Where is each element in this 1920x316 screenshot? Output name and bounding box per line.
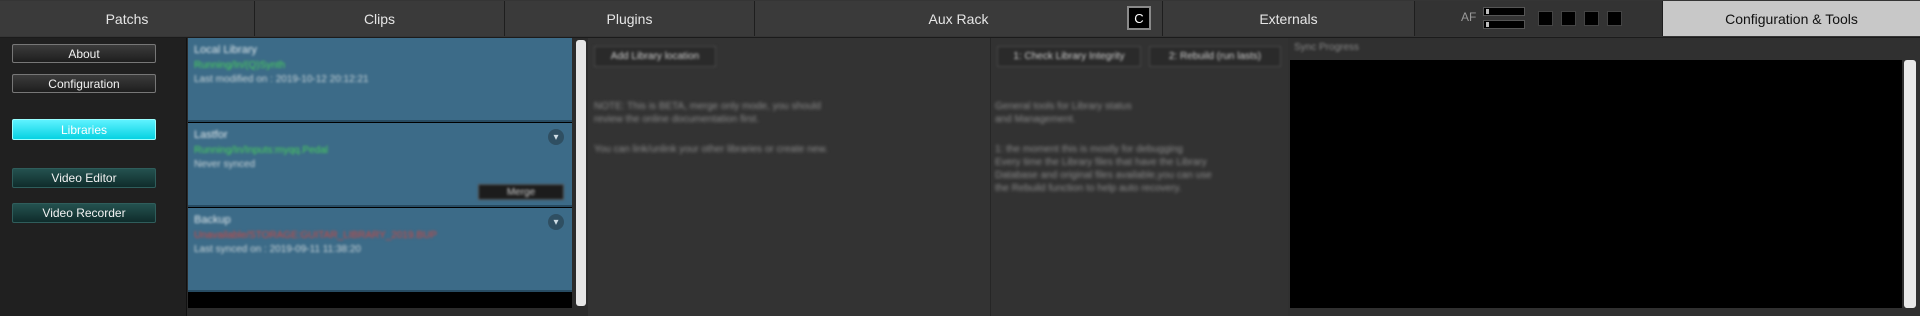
library-title: Backup: [194, 214, 231, 226]
configuration-button[interactable]: Configuration: [12, 74, 156, 93]
tab-externals[interactable]: Externals: [1163, 1, 1415, 36]
af-meter-bottom: [1483, 20, 1525, 29]
library-detail: Last synced on : 2019-09-11 11:38:20: [194, 244, 361, 255]
af-meter-top: [1483, 7, 1525, 16]
indicator-square-1[interactable]: [1538, 11, 1553, 26]
tab-clips[interactable]: Clips: [255, 1, 505, 36]
indicator-square-2[interactable]: [1561, 11, 1576, 26]
merge-button[interactable]: Merge: [478, 184, 564, 200]
tab-configuration-tools-label: Configuration & Tools: [1725, 10, 1858, 27]
indicator-square-3[interactable]: [1584, 11, 1599, 26]
tools-text-line: Every time the Library files that have t…: [995, 157, 1207, 168]
library-status: Running/In/Inputs:myqq.Pedal: [194, 145, 328, 156]
tab-patchs-label: Patchs: [105, 10, 149, 27]
library-list: Local Library Running/In/(Q)Synth Last m…: [188, 38, 572, 308]
add-library-button[interactable]: Add Library location: [594, 46, 716, 67]
check-integrity-button[interactable]: 1: Check Library Integrity: [997, 46, 1141, 67]
indicator-square-4[interactable]: [1607, 11, 1622, 26]
tab-plugins-label: Plugins: [606, 10, 653, 27]
about-button[interactable]: About: [12, 44, 156, 63]
tab-aux-rack[interactable]: Aux Rack: [755, 1, 1163, 36]
af-label: AF: [1461, 10, 1477, 24]
tab-externals-label: Externals: [1259, 10, 1318, 27]
top-tab-bar: Patchs Clips Plugins Aux Rack C External…: [0, 0, 1920, 38]
library-status: Running/In/(Q)Synth: [194, 60, 286, 71]
library-menu-icon[interactable]: ▾: [548, 214, 564, 230]
tab-patchs[interactable]: Patchs: [0, 1, 255, 36]
sync-progress-panel: Sync Progress: [1288, 38, 1920, 316]
sync-scrollbar[interactable]: [1904, 60, 1916, 308]
library-title: Lastfor: [194, 129, 228, 141]
rebuild-button[interactable]: 2: Rebuild (run lasts): [1149, 46, 1281, 67]
tools-text-line: Database and original files available,yo…: [995, 170, 1212, 181]
sync-progress-log: [1290, 60, 1902, 308]
video-editor-button[interactable]: Video Editor: [12, 168, 156, 188]
sync-progress-label: Sync Progress: [1294, 42, 1360, 53]
library-info-panel: Add Library location NOTE: This is BETA,…: [588, 38, 990, 316]
library-tools-panel: 1: Check Library Integrity 2: Rebuild (r…: [990, 38, 1289, 316]
tab-configuration-tools[interactable]: Configuration & Tools: [1663, 1, 1920, 36]
tab-aux-rack-label: Aux Rack: [928, 10, 989, 27]
tools-text-line: General tools for Library status: [995, 101, 1132, 112]
tab-clips-label: Clips: [363, 10, 396, 27]
libraries-button[interactable]: Libraries: [12, 119, 156, 140]
tools-text-line: and Management.: [995, 114, 1076, 125]
library-card-lastfor[interactable]: Lastfor ▾ Running/In/Inputs:myqq.Pedal N…: [188, 123, 572, 207]
c-button[interactable]: C: [1127, 6, 1151, 30]
library-status: Unavailable/STORAGE:GUITAR_LIBRARY_2019.…: [194, 230, 437, 241]
sidebar: About Configuration Libraries Video Edit…: [0, 38, 187, 316]
library-menu-icon[interactable]: ▾: [548, 129, 564, 145]
tools-text-line: the Rebuild function to help auto recove…: [995, 183, 1182, 194]
library-card-backup[interactable]: Backup ▾ Unavailable/STORAGE:GUITAR_LIBR…: [188, 208, 572, 292]
tools-text-line: 1: the moment this is mostly for debuggi…: [995, 144, 1183, 155]
video-recorder-button[interactable]: Video Recorder: [12, 203, 156, 223]
note-line-3: You can link/unlink your other libraries…: [594, 144, 828, 155]
library-title: Local Library: [194, 44, 257, 56]
library-card-local[interactable]: Local Library Running/In/(Q)Synth Last m…: [188, 38, 572, 122]
note-line-2: review the online documentation first.: [594, 114, 760, 125]
library-detail: Last modified on : 2019-10-12 20:12:21: [194, 74, 369, 85]
library-detail: Never synced: [194, 159, 256, 170]
note-line-1: NOTE: This is BETA, merge only mode, you…: [594, 101, 821, 112]
tab-plugins[interactable]: Plugins: [505, 1, 755, 36]
library-scrollbar[interactable]: [576, 40, 586, 306]
